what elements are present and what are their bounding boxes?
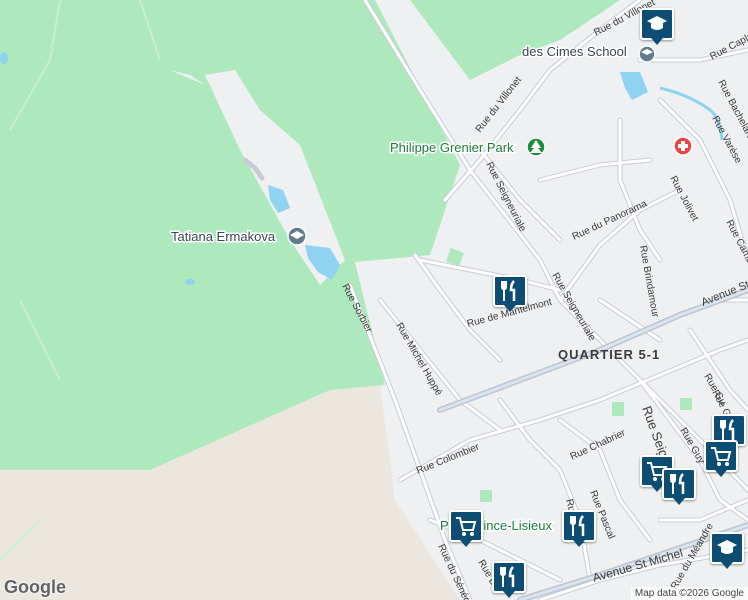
school-pin[interactable] [638,45,656,63]
restaurant-marker[interactable] [493,275,527,313]
map-attribution[interactable]: Map data ©2026 Google [630,587,748,600]
hospital-pin[interactable] [673,136,693,156]
small-pond [185,279,195,285]
park-label: Philippe Grenier Park [390,140,514,155]
grocery-marker[interactable] [449,510,483,548]
school-icon [717,540,737,554]
grocery-cart-icon [711,447,732,466]
school-marker[interactable] [710,532,744,570]
restaurant-marker[interactable] [562,510,596,548]
place-pin[interactable] [287,226,307,246]
map-canvas[interactable]: Rue du Villonet Rue Caplan Rue Bachelard… [0,0,748,600]
google-logo[interactable]: Google [4,577,66,598]
green-patch [612,402,624,416]
restaurant-icon [500,566,515,587]
school-label: des Cimes School [522,44,627,59]
school-marker[interactable] [640,8,674,46]
grocery-cart-icon [456,517,477,536]
school-icon [647,16,667,30]
small-pond-2 [0,52,8,64]
district-label: QUARTIER 5-1 [558,347,660,362]
green-patch [480,490,492,502]
place-label: Tatiana Ermakova [171,229,276,244]
restaurant-icon [670,473,685,494]
restaurant-marker[interactable] [662,468,696,506]
park-pin[interactable] [526,137,546,157]
green-patch [680,398,692,410]
restaurant-marker[interactable] [492,561,526,599]
restaurant-icon [570,515,585,536]
grocery-marker[interactable] [704,440,738,478]
restaurant-icon [501,280,516,301]
restaurant-icon [720,419,735,440]
